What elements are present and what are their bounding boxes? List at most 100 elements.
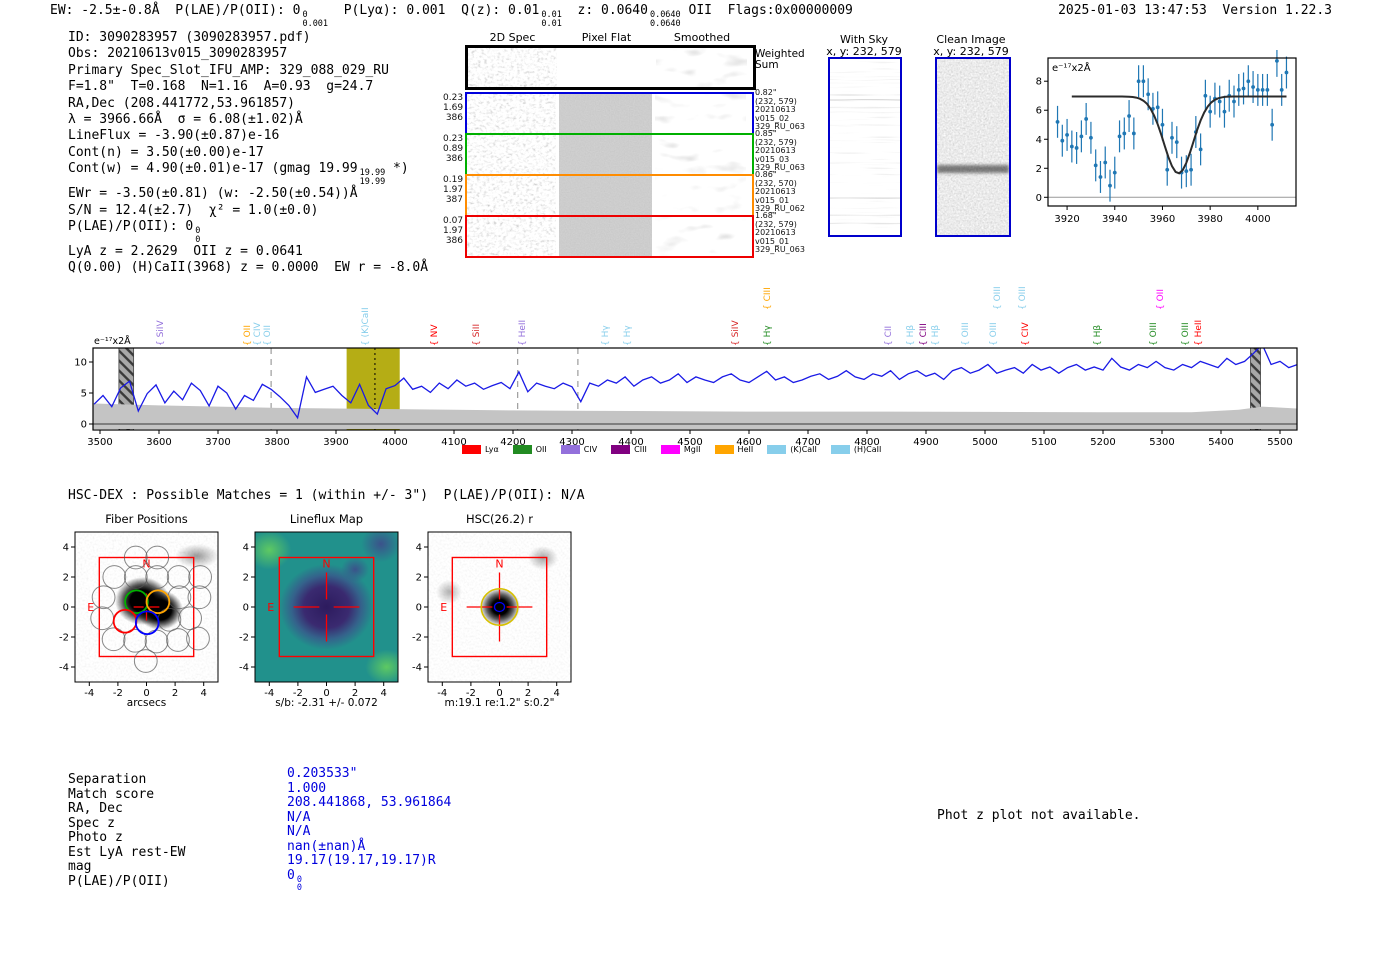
text-segment: P(LAE)/P(OII): 0 [68, 219, 194, 235]
text-segment: OII Flags:0x00000009 [680, 3, 853, 18]
match-label: RA, Dec [68, 801, 123, 817]
circle [1189, 167, 1193, 172]
circle [1217, 99, 1222, 104]
circle [1103, 160, 1108, 165]
spec2d-strip-smooth [656, 48, 747, 87]
match-value: 1.000 [287, 781, 326, 796]
match-label: P(LAE)/P(OII) [68, 873, 170, 889]
spec2d-col-header: Pixel Flat [581, 31, 632, 44]
legend-item-HeII: HeII [714, 445, 753, 454]
text: 5 [81, 389, 87, 400]
circle [1098, 175, 1103, 179]
circle [1208, 109, 1213, 114]
text: 3980 [1197, 214, 1222, 222]
text: 6 [1036, 106, 1042, 117]
spec2d-row [465, 174, 754, 217]
stacked-fraction: 00 [195, 227, 200, 244]
noise-texture [559, 176, 652, 215]
match-value: N/A [287, 810, 310, 825]
info-line-7: Cont(n) = 3.50(±0.00)e-17 [68, 145, 428, 161]
legend-label: CIII [634, 445, 647, 454]
legend-item-Lyα: Lyα [462, 445, 499, 454]
spec2d-strip-noisy [467, 135, 556, 174]
line-legend: Lyα OII CIV CIII MgII HeII (K)CaII (H)CaII [462, 445, 881, 454]
text-segment: z: 0.0640 [561, 3, 648, 18]
text-segment: Cont(w) = 4.90(±0.01)e-17 (gmag 19.99 [68, 161, 358, 177]
circle [186, 626, 210, 651]
ellipse [493, 601, 506, 613]
text-segment: EWr = -3.50(±0.81) (w: -2.50(±0.54))Å [68, 186, 358, 202]
text: 5000 [972, 437, 997, 448]
text-segment: Q(0.00) (H)CaII(3968) z = 0.0000 EW r = … [68, 260, 429, 276]
spec2d-strip-flat [559, 176, 652, 215]
circle [1236, 88, 1241, 92]
legend-swatch [714, 445, 734, 454]
text: -4 [239, 663, 249, 674]
text: 2 [63, 573, 69, 584]
text: 0 [1036, 193, 1042, 204]
circle [1203, 93, 1208, 98]
circle [1055, 119, 1060, 124]
circle [1279, 88, 1284, 92]
text: 8 [1036, 77, 1042, 88]
text-segment: 0 [287, 867, 295, 883]
legend-item-OII: OII [512, 445, 547, 454]
legend-swatch [462, 445, 481, 454]
spec2d-row [465, 215, 754, 258]
circle [178, 606, 203, 631]
left-label: 387 [445, 195, 463, 205]
spec2d-row-left-labels: 0.07 1.97 386 [443, 216, 463, 246]
legend-item-(K)CaII: (K)CaII [767, 445, 817, 454]
left-label: 1.97 [443, 185, 464, 195]
text: E [440, 601, 447, 614]
circle [1232, 99, 1236, 104]
left-label: 1.97 [443, 226, 464, 236]
rect [278, 556, 375, 658]
stack-bottom: 0.0640 [649, 18, 681, 29]
rect [427, 531, 572, 683]
spec2d-strip-noisy [467, 217, 556, 256]
spec2d-row-left-labels: 0.23 0.89 386 [443, 134, 463, 164]
text: -2 [59, 633, 69, 644]
text-segment: N/A [287, 809, 311, 825]
spec2d-col-header: Smoothed [673, 31, 731, 44]
noise-texture [467, 217, 556, 256]
spec2d-row [465, 45, 756, 90]
match-row-p-lae--p-oii-: P(LAE)/P(OII) 0 0 0 [68, 868, 528, 893]
panel-xlabel-hsc_r: m:19.1 re:1.2" s:0.2" [444, 697, 555, 709]
circle [1069, 144, 1074, 149]
match-table: Separation 0.203533" Match score 1.000 RA, D… [68, 766, 528, 893]
circle [166, 565, 191, 589]
left-label: 386 [445, 236, 463, 246]
info-line-12: LyA z = 2.2629 OII z = 0.0641 [68, 244, 428, 260]
noise-texture [467, 94, 556, 133]
text-segment: LineFlux = -3.90(±0.87)e-16 [68, 128, 280, 144]
noise-texture [655, 94, 746, 133]
circle [1131, 131, 1136, 136]
text-segment: S/N = 12.4(±2.7) χ² = 1.0(±0.0) [68, 202, 319, 218]
text: 4000 [1245, 214, 1270, 222]
legend-swatch [767, 445, 787, 454]
text: 4 [243, 543, 249, 554]
circle [1089, 135, 1093, 140]
spec2d-strip-noisy [467, 94, 556, 133]
text: 4 [416, 543, 422, 554]
left-label: 0.89 [443, 144, 464, 154]
circle [1255, 88, 1260, 92]
circle [134, 610, 160, 636]
info-line-5: λ = 3966.66Å σ = 6.08(±1.02)Å [68, 112, 428, 128]
spec2d-col-header: 2D Spec [489, 31, 536, 44]
match-value: nan(±nan)Å [287, 839, 365, 854]
text-segment: λ = 3966.66Å σ = 6.08(±1.02)Å [68, 112, 303, 128]
stack-bottom: 0 [296, 883, 302, 894]
legend-label: Lyα [485, 445, 499, 454]
noise-texture [468, 48, 557, 87]
stacked-fraction: 0.0640 0.0640 [650, 11, 681, 28]
circle [1246, 79, 1251, 84]
circle [1184, 169, 1189, 174]
legend-label: CIV [583, 445, 598, 454]
legend-item-(H)CaII: (H)CaII [830, 445, 881, 454]
stacked-fraction: 0.01 0.01 [541, 11, 561, 28]
photz-note: Phot z plot not available. [937, 808, 1141, 823]
text: -2 [239, 633, 249, 644]
